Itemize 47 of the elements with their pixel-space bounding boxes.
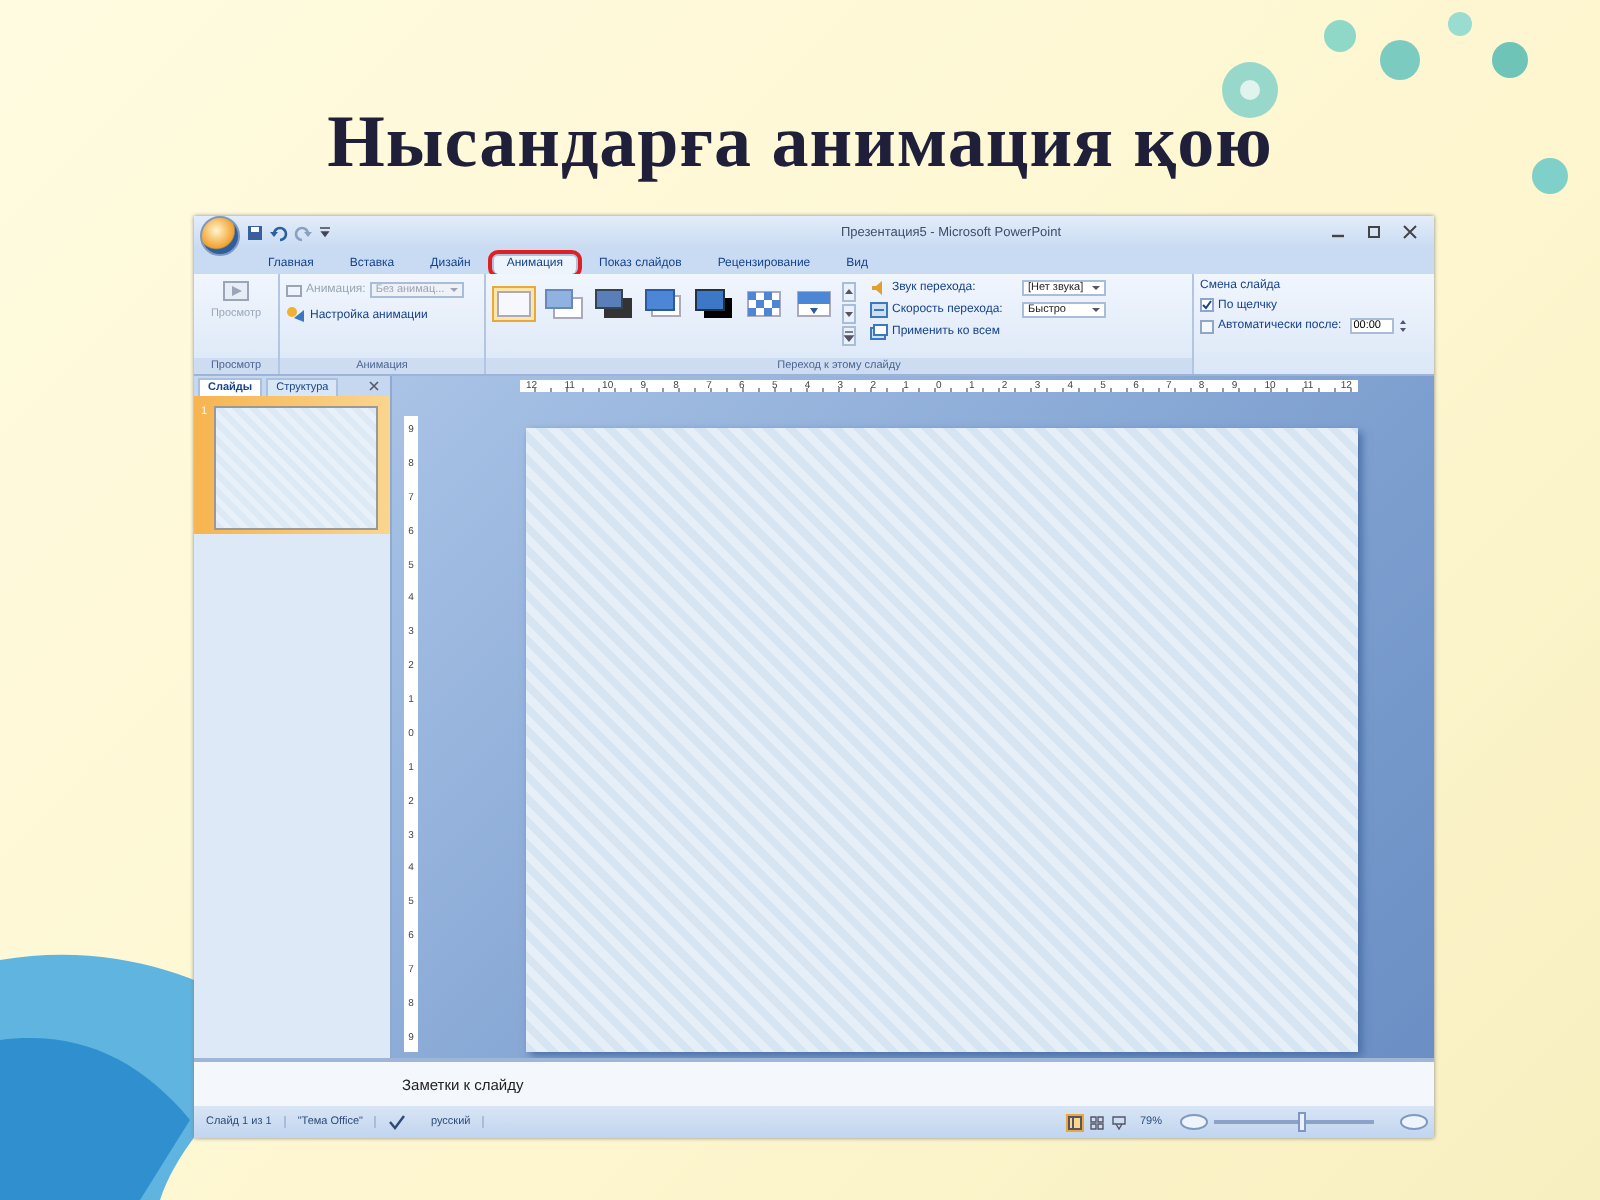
slide-title: Нысандарға анимация қою bbox=[325, 100, 1275, 188]
transition-preview-icon bbox=[794, 288, 834, 320]
slides-icon bbox=[870, 324, 888, 340]
maximize-icon bbox=[1366, 224, 1382, 240]
dropdown-arrow-icon bbox=[450, 288, 459, 292]
office-button[interactable] bbox=[200, 216, 240, 256]
preview-icon bbox=[220, 278, 252, 304]
zoom-thumb[interactable] bbox=[1298, 1112, 1306, 1132]
gallery-more-icon bbox=[842, 326, 856, 346]
dropdown-arrow-icon bbox=[1092, 308, 1100, 312]
save-icon bbox=[246, 223, 264, 241]
transition-thumbnail[interactable] bbox=[642, 286, 686, 322]
transition-thumbnail[interactable] bbox=[792, 286, 836, 322]
normal-view-icon bbox=[1067, 1115, 1082, 1129]
transition-thumbnail[interactable] bbox=[592, 286, 636, 322]
customize-icon bbox=[318, 224, 332, 240]
transition-preview-icon bbox=[494, 288, 534, 320]
spell-check-icon bbox=[388, 1114, 407, 1130]
grid-view-icon bbox=[1089, 1115, 1104, 1129]
scroll-up-icon bbox=[842, 282, 856, 302]
slideshow-icon bbox=[1111, 1115, 1126, 1129]
redo-icon bbox=[294, 223, 312, 241]
speed-icon bbox=[870, 302, 888, 318]
transition-preview-icon bbox=[594, 288, 634, 320]
dropdown-arrow-icon bbox=[1092, 286, 1100, 290]
zoom-out-button[interactable] bbox=[1180, 1114, 1208, 1130]
view-button[interactable] bbox=[1109, 1113, 1128, 1131]
transition-thumbnail[interactable] bbox=[692, 286, 736, 322]
close-icon bbox=[368, 380, 380, 392]
checkbox[interactable] bbox=[1200, 298, 1214, 312]
transition-thumbnail[interactable] bbox=[542, 286, 586, 322]
checkbox[interactable] bbox=[1200, 319, 1214, 333]
transition-preview-icon bbox=[644, 288, 684, 320]
undo-icon bbox=[270, 223, 288, 241]
checkmark-icon bbox=[1202, 300, 1212, 310]
speaker-icon bbox=[870, 280, 888, 296]
transition-preview-icon bbox=[694, 288, 734, 320]
transition-thumbnail[interactable] bbox=[492, 286, 536, 322]
animation-icon bbox=[286, 283, 302, 297]
zoom-in-button[interactable] bbox=[1400, 1114, 1428, 1130]
transition-preview-icon bbox=[744, 288, 784, 320]
view-button[interactable] bbox=[1065, 1113, 1084, 1131]
view-button[interactable] bbox=[1087, 1113, 1106, 1131]
transition-thumbnail[interactable] bbox=[742, 286, 786, 322]
scroll-down-icon bbox=[842, 304, 856, 324]
close-icon bbox=[1402, 224, 1418, 240]
transition-preview-icon bbox=[544, 288, 584, 320]
